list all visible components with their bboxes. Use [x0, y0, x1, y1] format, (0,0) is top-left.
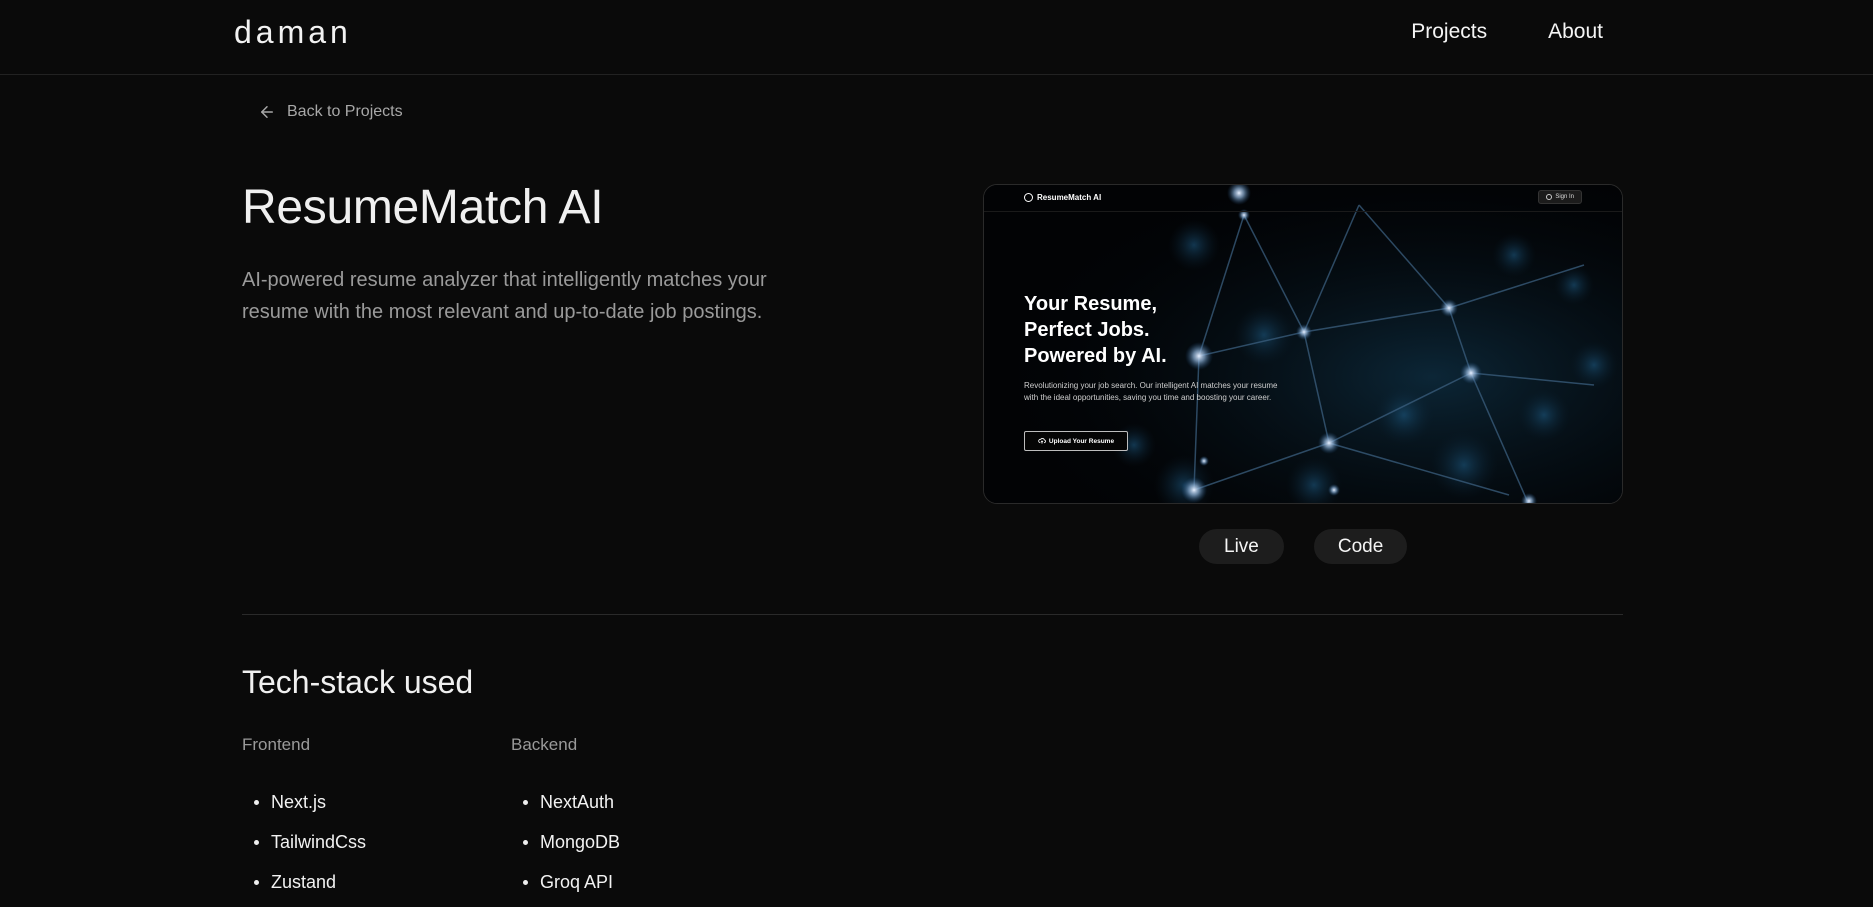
list-item-label: MongoDB — [540, 831, 621, 852]
upload-cloud-icon — [1038, 438, 1046, 444]
list-item-label: NextAuth — [540, 791, 615, 812]
bullet-icon — [523, 879, 528, 885]
preview-logo-icon — [1024, 193, 1033, 202]
preview-subtitle: Revolutionizing your job search. Our int… — [1024, 381, 1278, 402]
list-item: Zustand — [242, 862, 366, 902]
live-button[interactable]: Live — [1199, 529, 1284, 564]
list-item: NextAuth — [511, 782, 620, 822]
backend-column: Backend NextAuth MongoDB Groq API — [511, 735, 620, 902]
list-item: Groq API — [511, 862, 620, 902]
list-item-label: Groq API — [540, 871, 614, 892]
main-nav: Projects About — [1411, 20, 1603, 44]
site-logo[interactable]: daman — [234, 14, 352, 51]
bullet-icon — [254, 839, 259, 845]
frontend-title: Frontend — [242, 735, 311, 754]
list-item: Next.js — [242, 782, 366, 822]
nav-about-link[interactable]: About — [1548, 20, 1603, 44]
backend-title: Backend — [511, 735, 578, 754]
tech-stack-title: Tech-stack used — [242, 664, 474, 700]
preview-signin-label: Sign In — [1555, 194, 1574, 200]
frontend-column: Frontend Next.js TailwindCss Zustand — [242, 735, 366, 902]
bullet-icon — [523, 839, 528, 845]
frontend-list: Next.js TailwindCss Zustand — [242, 782, 366, 902]
list-item-label: Zustand — [271, 871, 337, 892]
bullet-icon — [254, 799, 259, 805]
back-link-label: Back to Projects — [287, 103, 403, 120]
site-header: daman Projects About — [0, 0, 1873, 75]
preview-hero-line: Perfect Jobs. — [1024, 319, 1150, 341]
nav-projects-link[interactable]: Projects — [1411, 20, 1487, 44]
list-item: TailwindCss — [242, 822, 366, 862]
section-divider — [242, 614, 1623, 615]
bullet-icon — [523, 799, 528, 805]
preview-upload-button: Upload Your Resume — [1024, 431, 1128, 451]
preview-brand: ResumeMatch AI — [1024, 193, 1101, 202]
preview-user-icon — [1546, 194, 1553, 200]
preview-hero-heading: Your Resume, Perfect Jobs. Powered by AI… — [1024, 291, 1167, 369]
preview-navbar: ResumeMatch AI Sign In — [984, 185, 1622, 212]
list-item: MongoDB — [511, 822, 620, 862]
back-to-projects-link[interactable]: Back to Projects — [258, 103, 403, 121]
list-item-label: TailwindCss — [271, 831, 367, 852]
code-button[interactable]: Code — [1313, 529, 1408, 564]
list-item-label: Next.js — [271, 791, 327, 812]
preview-brand-label: ResumeMatch AI — [1037, 193, 1102, 202]
project-description: AI-powered resume analyzer that intellig… — [242, 269, 767, 323]
project-actions: Live Code — [1199, 529, 1408, 564]
preview-hero-line: Your Resume, — [1024, 293, 1157, 315]
preview-upload-label: Upload Your Resume — [1048, 437, 1115, 445]
preview-hero-line: Powered by AI. — [1024, 345, 1167, 367]
arrow-left-icon — [261, 106, 273, 118]
project-preview-image: ResumeMatch AI Sign In Your Resume, Perf… — [983, 184, 1623, 504]
preview-signin-button: Sign In — [1538, 190, 1582, 204]
backend-list: NextAuth MongoDB Groq API — [511, 782, 620, 902]
bullet-icon — [254, 879, 259, 885]
project-title: ResumeMatch AI — [242, 181, 604, 234]
